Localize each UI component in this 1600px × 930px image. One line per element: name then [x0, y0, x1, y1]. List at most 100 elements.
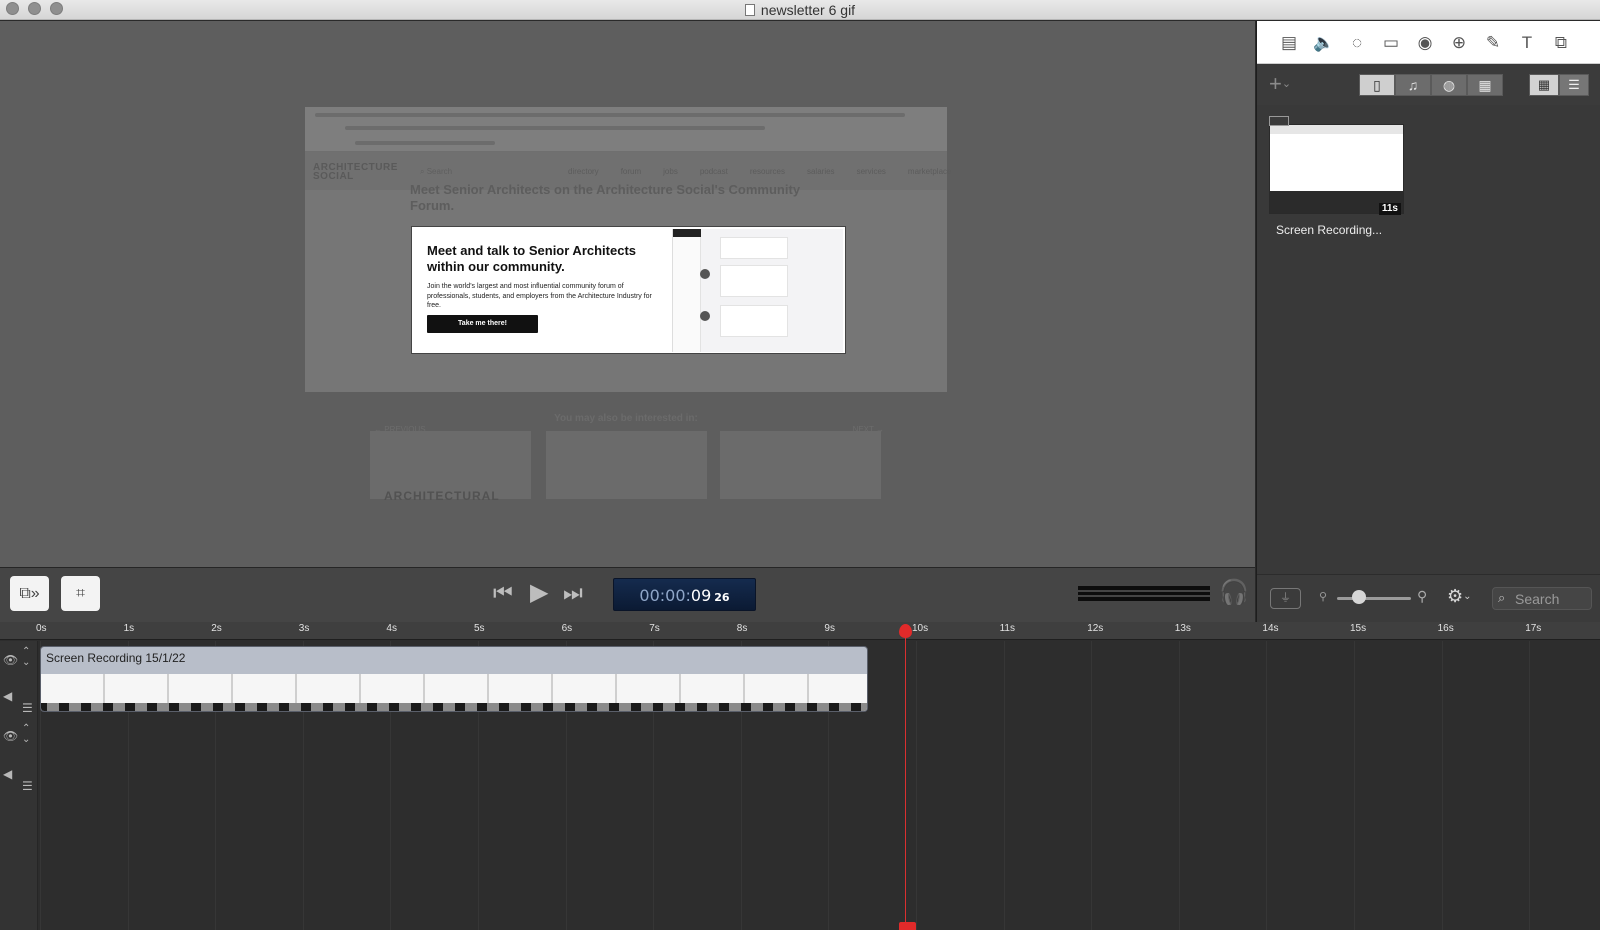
- clock-icon[interactable]: ◌: [1347, 33, 1367, 53]
- clip-filmstrip: [41, 674, 867, 711]
- time-ruler[interactable]: 0s 1s 2s 3s 4s 5s 6s 7s 8s 9s 10s 11s 12s 13s 14s 15s 16…: [0, 622, 1600, 640]
- track-controls: 👁 ⌃ ⌄ ◀ ☰ 👁 ⌃ ⌄ ◀ ☰: [0, 641, 38, 930]
- track-reorder-icon[interactable]: ⌃ ⌄: [22, 646, 30, 668]
- inspector-toolbar: ▤ 🔈 ◌ ▭ ◉ ⊕ ✎ T ⧉: [1257, 21, 1600, 64]
- media-tab-indicator: [1269, 116, 1289, 126]
- media-library-panel: ▤ 🔈 ◌ ▭ ◉ ⊕ ✎ T ⧉ +⌄ ▯ ♫ ◍ ▦ ▦ ☰ 11s Scr…: [1256, 21, 1600, 622]
- ruler-tick-label: 2s: [211, 623, 222, 634]
- overlap-icon[interactable]: ⊕: [1449, 33, 1469, 53]
- window-title-text: newsletter 6 gif: [760, 2, 856, 18]
- library-filter-bar: ⏚ ⚲ ⚲ ⚙⌄ ⌕: [1257, 574, 1600, 622]
- text-icon[interactable]: T: [1517, 33, 1537, 53]
- headphones-icon[interactable]: 🎧: [1219, 578, 1249, 607]
- timecode-hours-minutes: 00:00:: [639, 586, 691, 605]
- transport-bar: ⧉» ⌗ ⏮ ▶ ⏭ 00:00:09 26 🎧: [0, 567, 1255, 622]
- list-view-icon[interactable]: ☰: [1559, 74, 1589, 96]
- timeline-gridline: [1529, 641, 1531, 930]
- globe-icon[interactable]: ◍: [1431, 74, 1467, 96]
- library-search[interactable]: ⌕: [1492, 587, 1592, 610]
- ruler-tick-label: 11s: [999, 623, 1015, 634]
- music-icon[interactable]: ♫: [1395, 74, 1431, 96]
- document-icon: [744, 4, 755, 16]
- promo-button: Take me there!: [427, 315, 538, 333]
- skip-forward-button[interactable]: ⏭: [563, 580, 583, 606]
- grid-calendar-icon[interactable]: ▦: [1467, 74, 1503, 96]
- playhead[interactable]: [904, 632, 906, 930]
- speaker-icon[interactable]: ◀: [3, 689, 12, 703]
- timeline[interactable]: 0s 1s 2s 3s 4s 5s 6s 7s 8s 9s 10s 11s 12s 13s 14s 15s 16…: [0, 622, 1600, 930]
- ruler-tick-label: 9s: [824, 623, 835, 634]
- audio-icon[interactable]: 🔈: [1313, 33, 1334, 53]
- thumbnail-size-slider[interactable]: [1337, 597, 1411, 600]
- ruler-tick-label: 3s: [298, 623, 310, 634]
- timeline-gridline: [1091, 641, 1093, 930]
- title-bar: newsletter 6 gif: [0, 0, 1600, 20]
- transform-tool-button[interactable]: ⧉»: [10, 576, 49, 611]
- timeline-gridline: [1354, 641, 1355, 930]
- eye-icon[interactable]: 👁: [3, 653, 18, 667]
- eye-icon[interactable]: 👁: [3, 729, 18, 743]
- timecode-display: 00:00:09 26: [613, 578, 756, 611]
- ruler-tick-label: 10s: [912, 623, 929, 634]
- ruler-tick-label: 13s: [1174, 623, 1191, 634]
- site-menu-item: forum: [620, 167, 642, 176]
- ruler-tick-label: 16s: [1437, 623, 1454, 634]
- track-reorder-icon[interactable]: ⌃ ⌄: [22, 723, 30, 745]
- skip-back-button[interactable]: ⏮: [493, 580, 513, 606]
- add-media-button[interactable]: +⌄: [1269, 73, 1291, 95]
- ruler-tick-label: 1s: [123, 623, 135, 634]
- timeline-gridline: [1441, 641, 1443, 930]
- track-menu-icon[interactable]: ☰: [22, 701, 33, 715]
- timecode-seconds: 09: [690, 586, 712, 605]
- screen-icon[interactable]: ▭: [1381, 33, 1401, 53]
- volume-meter[interactable]: [1078, 586, 1210, 601]
- site-logo: ARCHITECTURE SOCIAL: [313, 162, 398, 182]
- site-menu-item: salaries: [806, 167, 835, 176]
- app-window: newsletter 6 gif ARCHITECTURE SOCIAL ⌕ Se…: [0, 0, 1600, 930]
- ruler-tick-label: 7s: [649, 623, 660, 634]
- slider-knob[interactable]: [1352, 590, 1366, 604]
- video-clip[interactable]: Screen Recording 15/1/22: [40, 646, 868, 712]
- site-menu: directory forum jobs podcast resources salari…: [568, 167, 973, 176]
- pencil-icon[interactable]: ✎: [1483, 33, 1503, 53]
- also-interested-heading: You may also be interested in:: [554, 413, 698, 424]
- filter-icon[interactable]: ⏚: [1270, 588, 1301, 609]
- related-thumb-3: [720, 431, 881, 499]
- related-thumb-1: ARCHITECTURAL: [370, 431, 531, 503]
- site-search: ⌕ Search: [420, 167, 453, 176]
- site-menu-item: jobs: [663, 167, 678, 176]
- clip-title: Screen Recording 15/1/22: [46, 651, 186, 665]
- playhead-end-marker[interactable]: [898, 922, 916, 930]
- promo-body: Join the world's largest and most influe…: [427, 283, 652, 309]
- timeline-gridline: [1266, 641, 1268, 930]
- crop-button[interactable]: ⌗: [61, 576, 100, 611]
- video-icon[interactable]: ▤: [1279, 33, 1299, 53]
- transform-icon[interactable]: ⧉: [1551, 33, 1571, 53]
- cursor-icon[interactable]: ◉: [1415, 33, 1435, 53]
- track-menu-icon[interactable]: ☰: [22, 779, 33, 793]
- site-menu-item: marketplace: [907, 167, 952, 176]
- timeline-gridline: [916, 641, 917, 930]
- ruler-tick-label: 12s: [1087, 623, 1104, 634]
- grid-view-icon[interactable]: ▦: [1529, 74, 1559, 96]
- ruler-tick-label: 4s: [386, 623, 397, 634]
- ruler-tick-label: 15s: [1350, 623, 1367, 634]
- ruler-tick-label: 8s: [736, 623, 748, 634]
- speaker-icon[interactable]: ◀: [3, 767, 12, 781]
- timeline-gridline: [1178, 641, 1180, 930]
- zoom-in-icon: ⚲: [1417, 588, 1428, 604]
- book-icon[interactable]: ▯: [1359, 74, 1395, 96]
- ruler-tick-label: 17s: [1525, 623, 1542, 634]
- media-duration: 11s: [1378, 203, 1401, 215]
- gear-icon[interactable]: ⚙⌄: [1447, 586, 1472, 607]
- article-heading: Meet Senior Architects on the Architectu…: [410, 182, 801, 213]
- canvas-area[interactable]: ARCHITECTURE SOCIAL ⌕ Search directory for…: [0, 21, 1255, 567]
- play-button[interactable]: ▶: [530, 580, 548, 606]
- zoom-out-icon: ⚲: [1319, 591, 1328, 603]
- related-thumb-2: [546, 431, 707, 499]
- media-thumbnail: [1269, 124, 1404, 214]
- promo-heading: Meet and talk to Senior Architects withi…: [427, 243, 637, 274]
- playhead-handle[interactable]: [898, 624, 912, 638]
- browser-bar: [305, 107, 947, 152]
- search-input[interactable]: [1515, 590, 1587, 608]
